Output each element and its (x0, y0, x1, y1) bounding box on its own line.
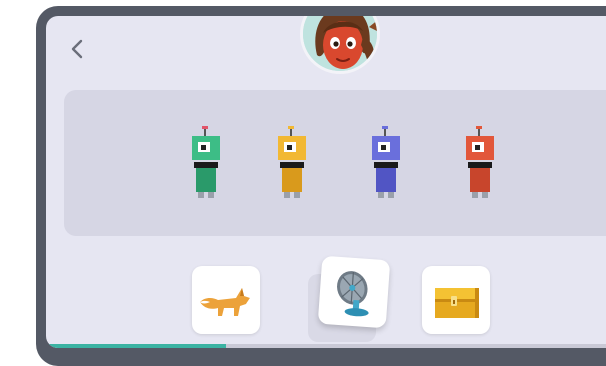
red-robot-icon (466, 126, 494, 198)
robot-2[interactable] (270, 124, 314, 214)
robot-3[interactable] (364, 124, 408, 214)
girl-avatar-icon (303, 16, 377, 71)
green-robot-icon (192, 126, 220, 198)
fan-icon (337, 271, 369, 317)
robot-stage (64, 90, 606, 236)
fan-card[interactable] (317, 255, 391, 329)
back-button[interactable] (64, 34, 90, 64)
progress-bar (46, 344, 606, 348)
device-frame (36, 6, 606, 366)
game-screen (46, 16, 606, 348)
robot-1[interactable] (184, 124, 228, 214)
chest-card[interactable] (422, 266, 490, 334)
robot-4[interactable] (458, 124, 502, 214)
purple-robot-icon (372, 126, 400, 198)
treasure-chest-icon (435, 288, 479, 318)
item-cards (46, 255, 606, 342)
fox-card[interactable] (192, 266, 260, 334)
chevron-left-icon (71, 39, 83, 59)
fox-icon (200, 288, 252, 316)
progress-fill (46, 344, 226, 348)
yellow-robot-icon (278, 126, 306, 198)
player-avatar[interactable] (300, 16, 380, 74)
